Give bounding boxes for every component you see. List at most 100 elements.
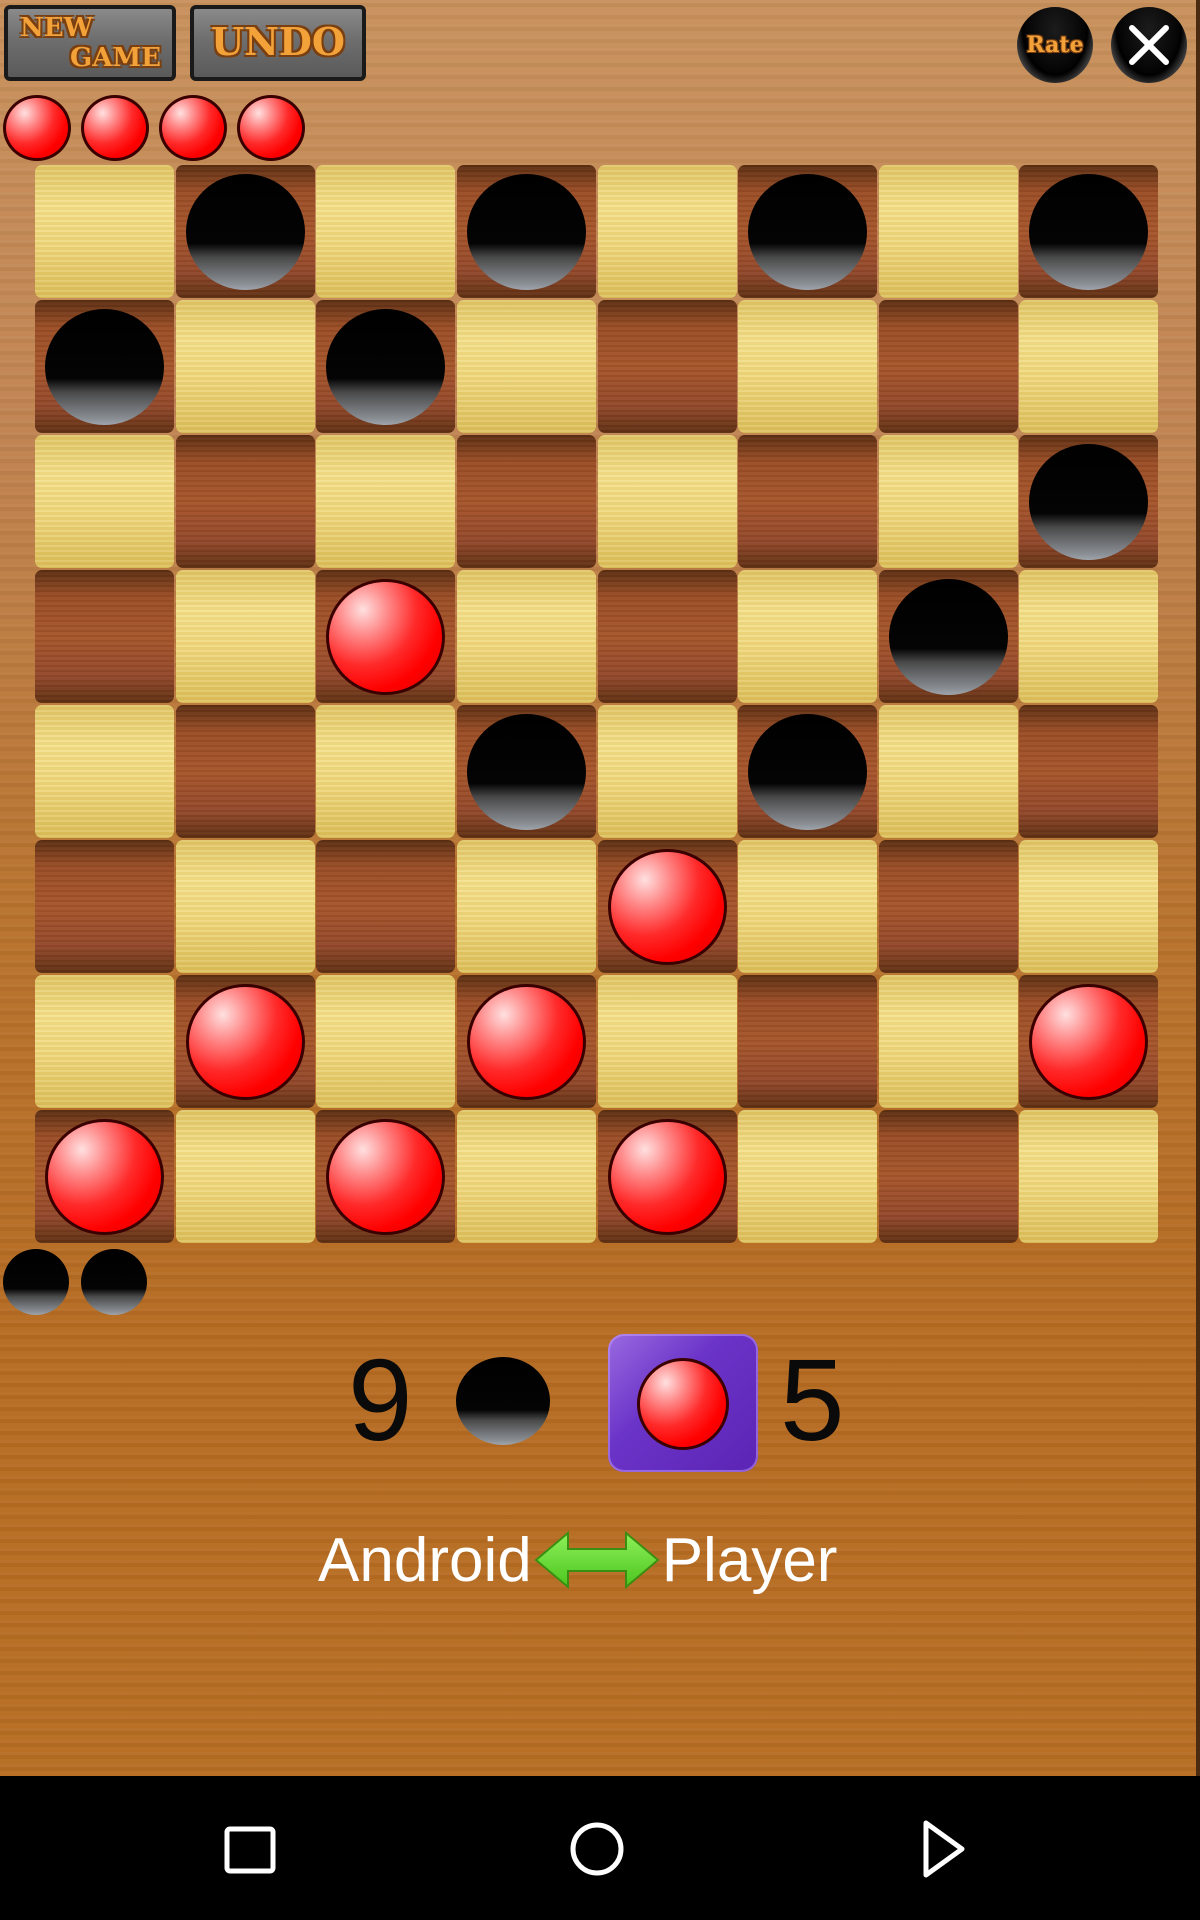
board-square[interactable] <box>35 435 174 568</box>
board-square[interactable] <box>597 840 737 973</box>
board-square[interactable] <box>316 570 456 703</box>
new-game-button[interactable]: NEW GAME <box>4 5 176 81</box>
board-square[interactable] <box>35 300 174 433</box>
black-piece[interactable] <box>45 309 164 425</box>
board-square[interactable] <box>597 300 737 433</box>
board-square[interactable] <box>316 1110 456 1243</box>
red-piece[interactable] <box>45 1119 164 1235</box>
double-arrow-icon <box>534 1530 660 1590</box>
board-square[interactable] <box>316 435 456 568</box>
board-square[interactable] <box>175 840 315 973</box>
black-piece[interactable] <box>1029 444 1149 560</box>
board-square[interactable] <box>597 705 737 838</box>
black-piece[interactable] <box>748 174 868 290</box>
black-piece[interactable] <box>888 579 1008 695</box>
board-square[interactable] <box>456 570 596 703</box>
red-piece[interactable] <box>466 984 586 1100</box>
board-square[interactable] <box>597 165 737 298</box>
board-square[interactable] <box>316 165 456 298</box>
board-square[interactable] <box>456 840 596 973</box>
board-square[interactable] <box>738 1110 878 1243</box>
android-nav-bar <box>0 1776 1200 1920</box>
black-piece[interactable] <box>466 714 586 830</box>
board-square[interactable] <box>878 975 1018 1108</box>
board-square[interactable] <box>35 165 174 298</box>
close-button[interactable] <box>1111 7 1187 83</box>
board-square[interactable] <box>316 705 456 838</box>
captured-red-piece <box>159 95 227 161</box>
board-square[interactable] <box>1019 300 1159 433</box>
board-square[interactable] <box>175 1110 315 1243</box>
board-square[interactable] <box>738 300 878 433</box>
board-square[interactable] <box>1019 435 1159 568</box>
captured-red-piece <box>3 95 71 161</box>
board-square[interactable] <box>175 435 315 568</box>
board-square[interactable] <box>597 975 737 1108</box>
board-square[interactable] <box>175 705 315 838</box>
red-player-indicator-active <box>608 1334 758 1472</box>
board-square[interactable] <box>316 840 456 973</box>
black-piece[interactable] <box>185 174 305 290</box>
board-square[interactable] <box>738 705 878 838</box>
back-triangle-icon[interactable] <box>902 1806 986 1890</box>
board-square[interactable] <box>597 435 737 568</box>
board-square[interactable] <box>738 840 878 973</box>
black-piece[interactable] <box>748 714 868 830</box>
red-piece[interactable] <box>326 579 446 695</box>
board-square[interactable] <box>175 300 315 433</box>
captured-black-piece <box>3 1249 69 1315</box>
board-square[interactable] <box>456 705 596 838</box>
board-square[interactable] <box>456 435 596 568</box>
board-square[interactable] <box>175 165 315 298</box>
home-circle-icon[interactable] <box>555 1806 639 1890</box>
board-square[interactable] <box>1019 1110 1159 1243</box>
black-piece[interactable] <box>326 309 446 425</box>
board-square[interactable] <box>316 300 456 433</box>
black-piece[interactable] <box>1029 174 1149 290</box>
board-square[interactable] <box>35 840 174 973</box>
red-piece[interactable] <box>185 984 305 1100</box>
board-square[interactable] <box>456 975 596 1108</box>
board-square[interactable] <box>738 435 878 568</box>
recents-square-icon[interactable] <box>204 1806 288 1890</box>
captured-red-piece <box>237 95 305 161</box>
board-square[interactable] <box>1019 840 1159 973</box>
board-square[interactable] <box>878 165 1018 298</box>
board-square[interactable] <box>878 840 1018 973</box>
board-square[interactable] <box>456 1110 596 1243</box>
rate-label: Rate <box>1026 32 1084 58</box>
board-square[interactable] <box>316 975 456 1108</box>
board-square[interactable] <box>597 570 737 703</box>
board-square[interactable] <box>35 975 174 1108</box>
board-square[interactable] <box>1019 570 1159 703</box>
board-square[interactable] <box>456 300 596 433</box>
board-square[interactable] <box>456 165 596 298</box>
red-piece[interactable] <box>607 1119 727 1235</box>
board-square[interactable] <box>1019 975 1159 1108</box>
rate-button[interactable]: Rate <box>1017 7 1093 83</box>
board-square[interactable] <box>35 1110 174 1243</box>
red-piece[interactable] <box>326 1119 446 1235</box>
board-square[interactable] <box>35 570 174 703</box>
board-square[interactable] <box>878 300 1018 433</box>
game-screen: NEW GAME UNDO Rate 9 5 Android Player <box>0 0 1200 1776</box>
board-square[interactable] <box>878 435 1018 568</box>
red-piece[interactable] <box>1029 984 1149 1100</box>
black-piece[interactable] <box>466 174 586 290</box>
board-square[interactable] <box>1019 165 1159 298</box>
board-square[interactable] <box>738 570 878 703</box>
board-square[interactable] <box>1019 705 1159 838</box>
board-square[interactable] <box>175 975 315 1108</box>
red-piece[interactable] <box>607 849 727 965</box>
board-square[interactable] <box>597 1110 737 1243</box>
black-score: 9 <box>348 1335 413 1465</box>
board-square[interactable] <box>175 570 315 703</box>
board-square[interactable] <box>878 570 1018 703</box>
board-square[interactable] <box>878 1110 1018 1243</box>
new-game-label-line2: GAME <box>70 43 161 73</box>
undo-button[interactable]: UNDO <box>190 5 366 81</box>
board-square[interactable] <box>878 705 1018 838</box>
board-square[interactable] <box>35 705 174 838</box>
board-square[interactable] <box>738 975 878 1108</box>
board-square[interactable] <box>738 165 878 298</box>
